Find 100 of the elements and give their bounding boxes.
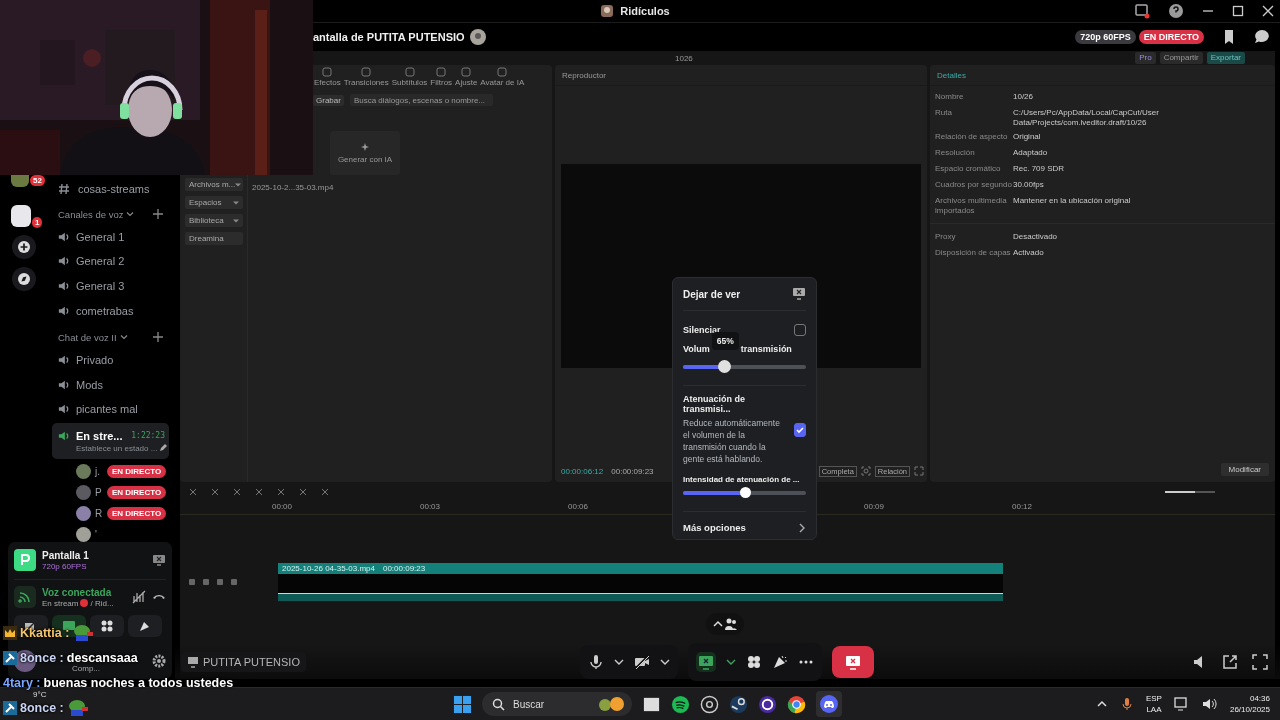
network-icon[interactable]: [1173, 696, 1190, 712]
attenuation-checkbox[interactable]: [794, 422, 806, 437]
screen-record-icon[interactable]: [1134, 3, 1150, 19]
tool-icon[interactable]: [361, 67, 372, 77]
tool-icon[interactable]: [404, 67, 415, 77]
intensity-slider[interactable]: [683, 486, 806, 499]
add-icon[interactable]: [153, 209, 163, 220]
header-button[interactable]: Exportar: [1206, 52, 1245, 64]
voice-channel-item[interactable]: General 3: [52, 275, 169, 298]
member-name[interactable]: P: [95, 487, 103, 498]
language-indicator[interactable]: ESP LAA: [1145, 693, 1162, 715]
record-button[interactable]: Grabar: [313, 94, 344, 106]
edit-tool-icon[interactable]: [254, 487, 264, 497]
tool-icon[interactable]: [497, 67, 508, 77]
stop-watching-button[interactable]: [832, 645, 874, 678]
header-button[interactable]: Compartir: [1159, 52, 1203, 64]
activities-icon[interactable]: [746, 653, 762, 670]
toolbar-tab[interactable]: Efectos: [314, 78, 341, 87]
edit-tool-icon[interactable]: [320, 487, 330, 497]
speaker-icon: [58, 255, 70, 268]
generate-card[interactable]: Generar con IA: [330, 131, 400, 175]
search-field[interactable]: Busca diálogos, escenas o nombre...: [349, 94, 493, 106]
browser-icon[interactable]: [787, 694, 806, 714]
voice-channel-item[interactable]: En stre... 1:22:23 Establece un estado ...: [52, 423, 169, 459]
clip-header[interactable]: 2025-10-26 04-35-03.mp4 00:00:09:23: [278, 563, 1003, 574]
voice-channel-item[interactable]: Privado: [52, 348, 169, 371]
soundboard-icon[interactable]: [772, 653, 788, 670]
start-icon[interactable]: [453, 694, 472, 714]
toolbar-tab[interactable]: Filtros: [430, 78, 453, 87]
popout-icon[interactable]: [1222, 653, 1238, 670]
add-server-icon[interactable]: [12, 235, 36, 259]
toolbar-tab[interactable]: Avatar de IA: [480, 78, 525, 87]
edit-tool-icon[interactable]: [210, 487, 220, 497]
microphone-icon[interactable]: [1119, 697, 1134, 711]
tool-icon[interactable]: [461, 67, 472, 77]
game-launcher-icon[interactable]: [729, 694, 748, 714]
panel-title: Detalles: [937, 70, 966, 80]
edit-tool-icon[interactable]: [188, 487, 198, 497]
user-avatar[interactable]: [76, 505, 91, 521]
aperture-icon[interactable]: [700, 694, 719, 714]
compass-icon[interactable]: [12, 267, 36, 291]
clock[interactable]: 04:36 26/10/2025: [1229, 693, 1270, 715]
channel-name[interactable]: cosas-streams: [78, 182, 150, 195]
live-badge: EN DIRECTO: [107, 506, 167, 520]
stop-stream-icon[interactable]: [152, 553, 166, 567]
voice-channel-item[interactable]: picantes mal: [52, 398, 169, 421]
music-app-icon[interactable]: [671, 694, 690, 714]
sidebar-item[interactable]: Dreamina: [185, 232, 243, 245]
tool-icon[interactable]: [322, 67, 333, 77]
server-avatar[interactable]: [11, 205, 31, 227]
chat-icon[interactable]: [1254, 29, 1270, 45]
search-field[interactable]: Buscar: [482, 692, 632, 716]
maximize-icon[interactable]: [1232, 5, 1244, 17]
detail-label: Resolución: [935, 148, 976, 159]
detail-value: Desactivado: [1013, 232, 1059, 243]
edit-tool-icon[interactable]: [298, 487, 308, 497]
voice-channel-item[interactable]: General 1: [52, 225, 169, 248]
screen-share-button[interactable]: [696, 651, 716, 672]
noise-suppression-icon[interactable]: [132, 590, 146, 604]
stop-watching-icon[interactable]: [792, 287, 806, 301]
tool-icon[interactable]: [436, 67, 447, 77]
chat-app-button[interactable]: [816, 691, 842, 717]
microphone-icon[interactable]: [588, 653, 604, 670]
voice-channel-item[interactable]: General 2: [52, 250, 169, 273]
sidebar-item[interactable]: Archivos m...: [185, 178, 243, 191]
sidebar-item[interactable]: Biblioteca: [185, 214, 243, 227]
activities-button[interactable]: [90, 615, 124, 637]
member-name[interactable]: R: [95, 507, 103, 519]
settings-icon[interactable]: [152, 654, 166, 668]
volume-slider[interactable]: [683, 360, 806, 373]
edit-tool-icon[interactable]: [232, 487, 242, 497]
focus-icon[interactable]: [860, 466, 871, 476]
camera-off-icon[interactable]: [634, 653, 650, 670]
pencil-icon[interactable]: [159, 444, 168, 453]
close-icon[interactable]: [1262, 5, 1274, 17]
participants-button[interactable]: [706, 613, 744, 635]
soundboard-button[interactable]: [128, 615, 162, 637]
more-options-item[interactable]: Más opciones: [683, 522, 806, 533]
toolbar-tab[interactable]: Ajuste: [455, 78, 478, 87]
voice-channel-item[interactable]: Mods: [52, 373, 169, 396]
member-name[interactable]: ': [95, 528, 103, 540]
mute-checkbox[interactable]: [794, 324, 806, 336]
toolbar-tab[interactable]: Subtítulos: [391, 78, 428, 87]
ring-app-icon[interactable]: [758, 694, 777, 714]
volume-icon[interactable]: [1201, 696, 1218, 712]
sidebar-item[interactable]: Espacios: [185, 196, 243, 209]
screen-share-icon: [698, 653, 714, 670]
fullscreen-icon[interactable]: [1252, 653, 1268, 670]
toolbar-tab[interactable]: Transiciones: [343, 78, 389, 87]
video-clip[interactable]: [278, 574, 1003, 593]
member-name[interactable]: j.: [95, 466, 103, 478]
help-icon[interactable]: [1168, 3, 1184, 19]
modify-button[interactable]: Modificar: [1220, 463, 1269, 476]
edit-tool-icon[interactable]: [276, 487, 286, 497]
voice-channel-item[interactable]: cometrabas: [52, 300, 169, 322]
category-header[interactable]: Chat de voz II: [58, 331, 117, 343]
add-icon[interactable]: [153, 332, 163, 343]
user-avatar[interactable]: [76, 526, 91, 542]
header-button[interactable]: Pro: [1135, 52, 1156, 64]
category-header[interactable]: Canales de voz: [58, 208, 124, 220]
